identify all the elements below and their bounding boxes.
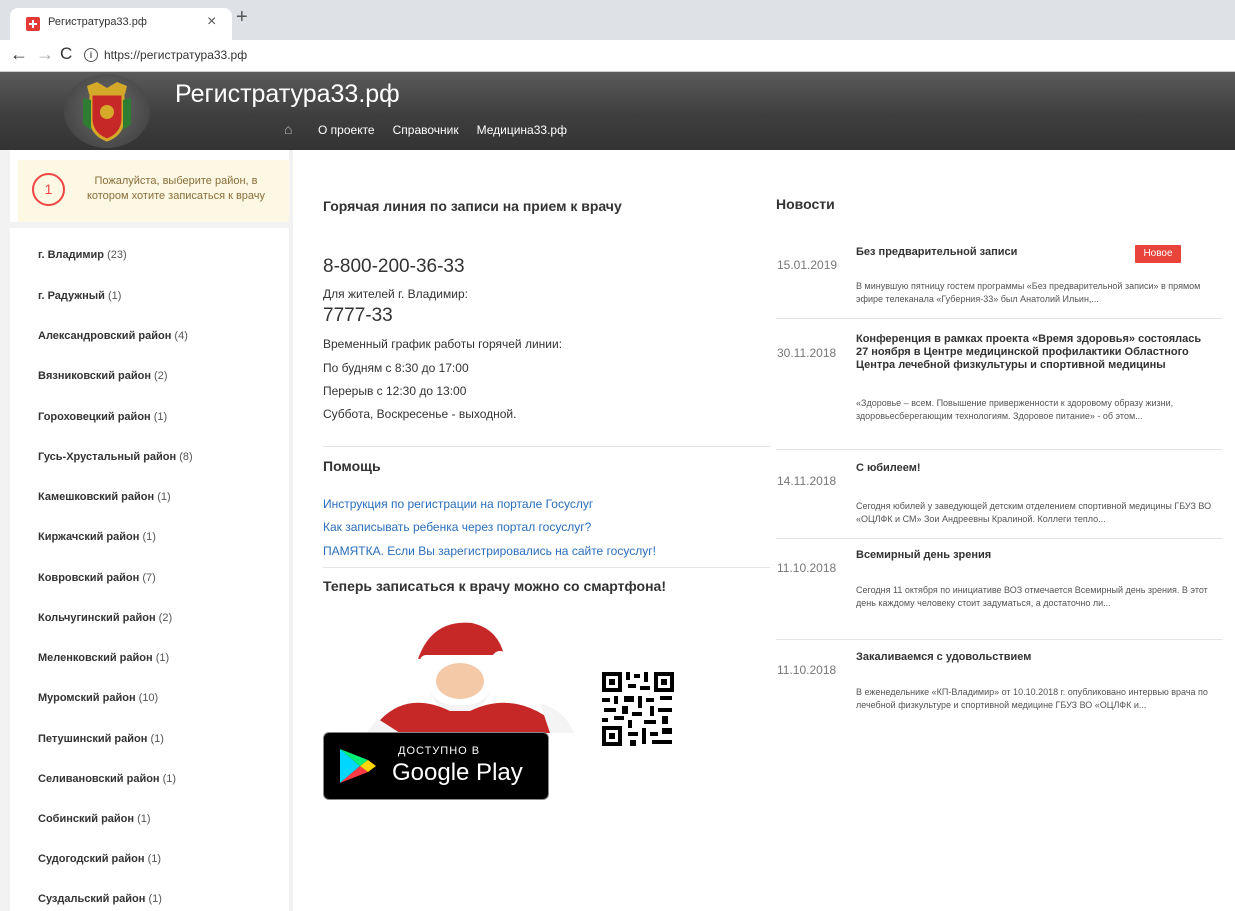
district-item[interactable]: Суздальский район (1) [38,893,162,905]
news-heading: Новости [776,196,835,212]
site-title[interactable]: Регистратура33.рф [175,80,400,109]
district-item[interactable]: Вязниковский район (2) [38,370,168,382]
district-item[interactable]: Петушинский район (1) [38,733,164,745]
schedule-line: По будням с 8:30 до 17:00 [323,361,469,375]
tab-bar: Регистратура33.рф × + [0,0,1235,40]
divider [776,639,1222,640]
santa-illustration [366,622,574,733]
address-bar: ← → C i https://регистратура33.рф [0,40,1235,72]
news-title[interactable]: С юбилеем! [856,462,1216,475]
district-item[interactable]: Судогодский район (1) [38,853,161,865]
news-excerpt: Сегодня 11 октября по инициативе ВОЗ отм… [856,585,1208,608]
district-item[interactable]: г. Владимир (23) [38,249,127,261]
home-icon[interactable]: ⌂ [284,121,292,137]
district-item[interactable]: Гусь-Хрустальный район (8) [38,451,193,463]
district-item[interactable]: Гороховецкий район (1) [38,411,167,423]
news-title[interactable]: Закаливаемся с удовольствием [856,651,1216,664]
google-play-icon [340,749,376,783]
badge-store-name: Google Play [392,759,523,786]
qr-code-icon [600,670,676,748]
news-title[interactable]: Конференция в рамках проекта «Время здор… [856,333,1216,372]
divider [323,446,770,447]
residents-label: Для жителей г. Владимир: [323,287,468,301]
news-date: 15.01.2019 [777,258,838,272]
tab-close-icon[interactable]: × [207,13,216,31]
district-item[interactable]: Меленковский район (1) [38,652,169,664]
badge-caption: ДОСТУПНО В [398,745,481,757]
main-nav: О проекте Справочник Медицина33.рф [318,123,585,137]
browser-tab[interactable]: Регистратура33.рф × [10,8,232,40]
divider [776,318,1222,319]
city-phone: 7777-33 [323,305,393,326]
step-number: 1 [32,173,65,206]
district-item[interactable]: Собинский район (1) [38,813,151,825]
district-item[interactable]: Ковровский район (7) [38,572,156,584]
hotline-phone: 8-800-200-36-33 [323,256,465,277]
news-date: 11.10.2018 [777,663,837,677]
news-date: 11.10.2018 [777,561,837,575]
news-excerpt: В минувшую пятницу гостем программы «Без… [856,281,1201,304]
news-excerpt: Сегодня юбилей у заведующей детским отде… [856,501,1212,524]
hotline-heading: Горячая линия по записи на прием к врачу [323,198,622,214]
swiss-cross-favicon-icon [26,17,40,31]
district-item[interactable]: Камешковский район (1) [38,491,171,503]
help-link-memo[interactable]: ПАМЯТКА. Если Вы зарегистрировались на с… [323,544,656,558]
help-link-gosuslugi-registration[interactable]: Инструкция по регистрации на портале Гос… [323,497,593,511]
site-header: Регистратура33.рф ⌂ О проекте Справочник М… [0,72,1235,150]
district-item[interactable]: Киржачский район (1) [38,531,156,543]
help-link-child-enrollment[interactable]: Как записывать ребенка через портал госу… [323,520,591,534]
divider [323,567,770,568]
tab-title: Регистратура33.рф [48,16,147,28]
nav-directory[interactable]: Справочник [393,123,459,137]
nav-medicina33[interactable]: Медицина33.рф [477,123,567,137]
new-tab-button[interactable]: + [236,6,248,29]
district-item[interactable]: Кольчугинский район (2) [38,612,172,624]
district-item[interactable]: Муромский район (10) [38,692,158,704]
schedule-line: Перерыв с 12:30 до 13:00 [323,384,467,398]
forward-arrow-icon[interactable]: → [36,44,54,65]
nav-about[interactable]: О проекте [318,123,375,137]
district-prompt: 1 Пожалуйста, выберите район, в котором … [18,160,289,222]
help-heading: Помощь [323,458,381,474]
vladimir-emblem-logo[interactable] [64,74,150,148]
news-date: 30.11.2018 [777,346,837,360]
schedule-line: Суббота, Воскресенье - выходной. [323,407,517,421]
google-play-badge[interactable]: ДОСТУПНО В Google Play [323,732,549,800]
smartphone-heading: Теперь записаться к врачу можно со смарт… [323,578,666,594]
news-date: 14.11.2018 [777,474,837,488]
news-excerpt: «Здоровье – всем. Повышение приверженнос… [856,398,1174,421]
district-item[interactable]: Селивановский район (1) [38,773,176,785]
back-arrow-icon[interactable]: ← [10,44,28,65]
url-field[interactable]: https://регистратура33.рф [104,48,247,62]
district-item[interactable]: г. Радужный (1) [38,290,121,302]
schedule-line: Временный график работы горячей линии: [323,337,563,351]
divider [776,538,1222,539]
news-excerpt: В еженедельнике «КП-Владимир» от 10.10.2… [856,687,1208,710]
new-badge: Новое [1135,245,1181,263]
district-item[interactable]: Александровский район (4) [38,330,188,342]
prompt-text: Пожалуйста, выберите район, в котором хо… [86,175,266,202]
news-title[interactable]: Всемирный день зрения [856,549,1216,562]
site-info-icon[interactable]: i [84,48,98,62]
divider [776,449,1222,450]
reload-icon[interactable]: C [60,44,72,64]
